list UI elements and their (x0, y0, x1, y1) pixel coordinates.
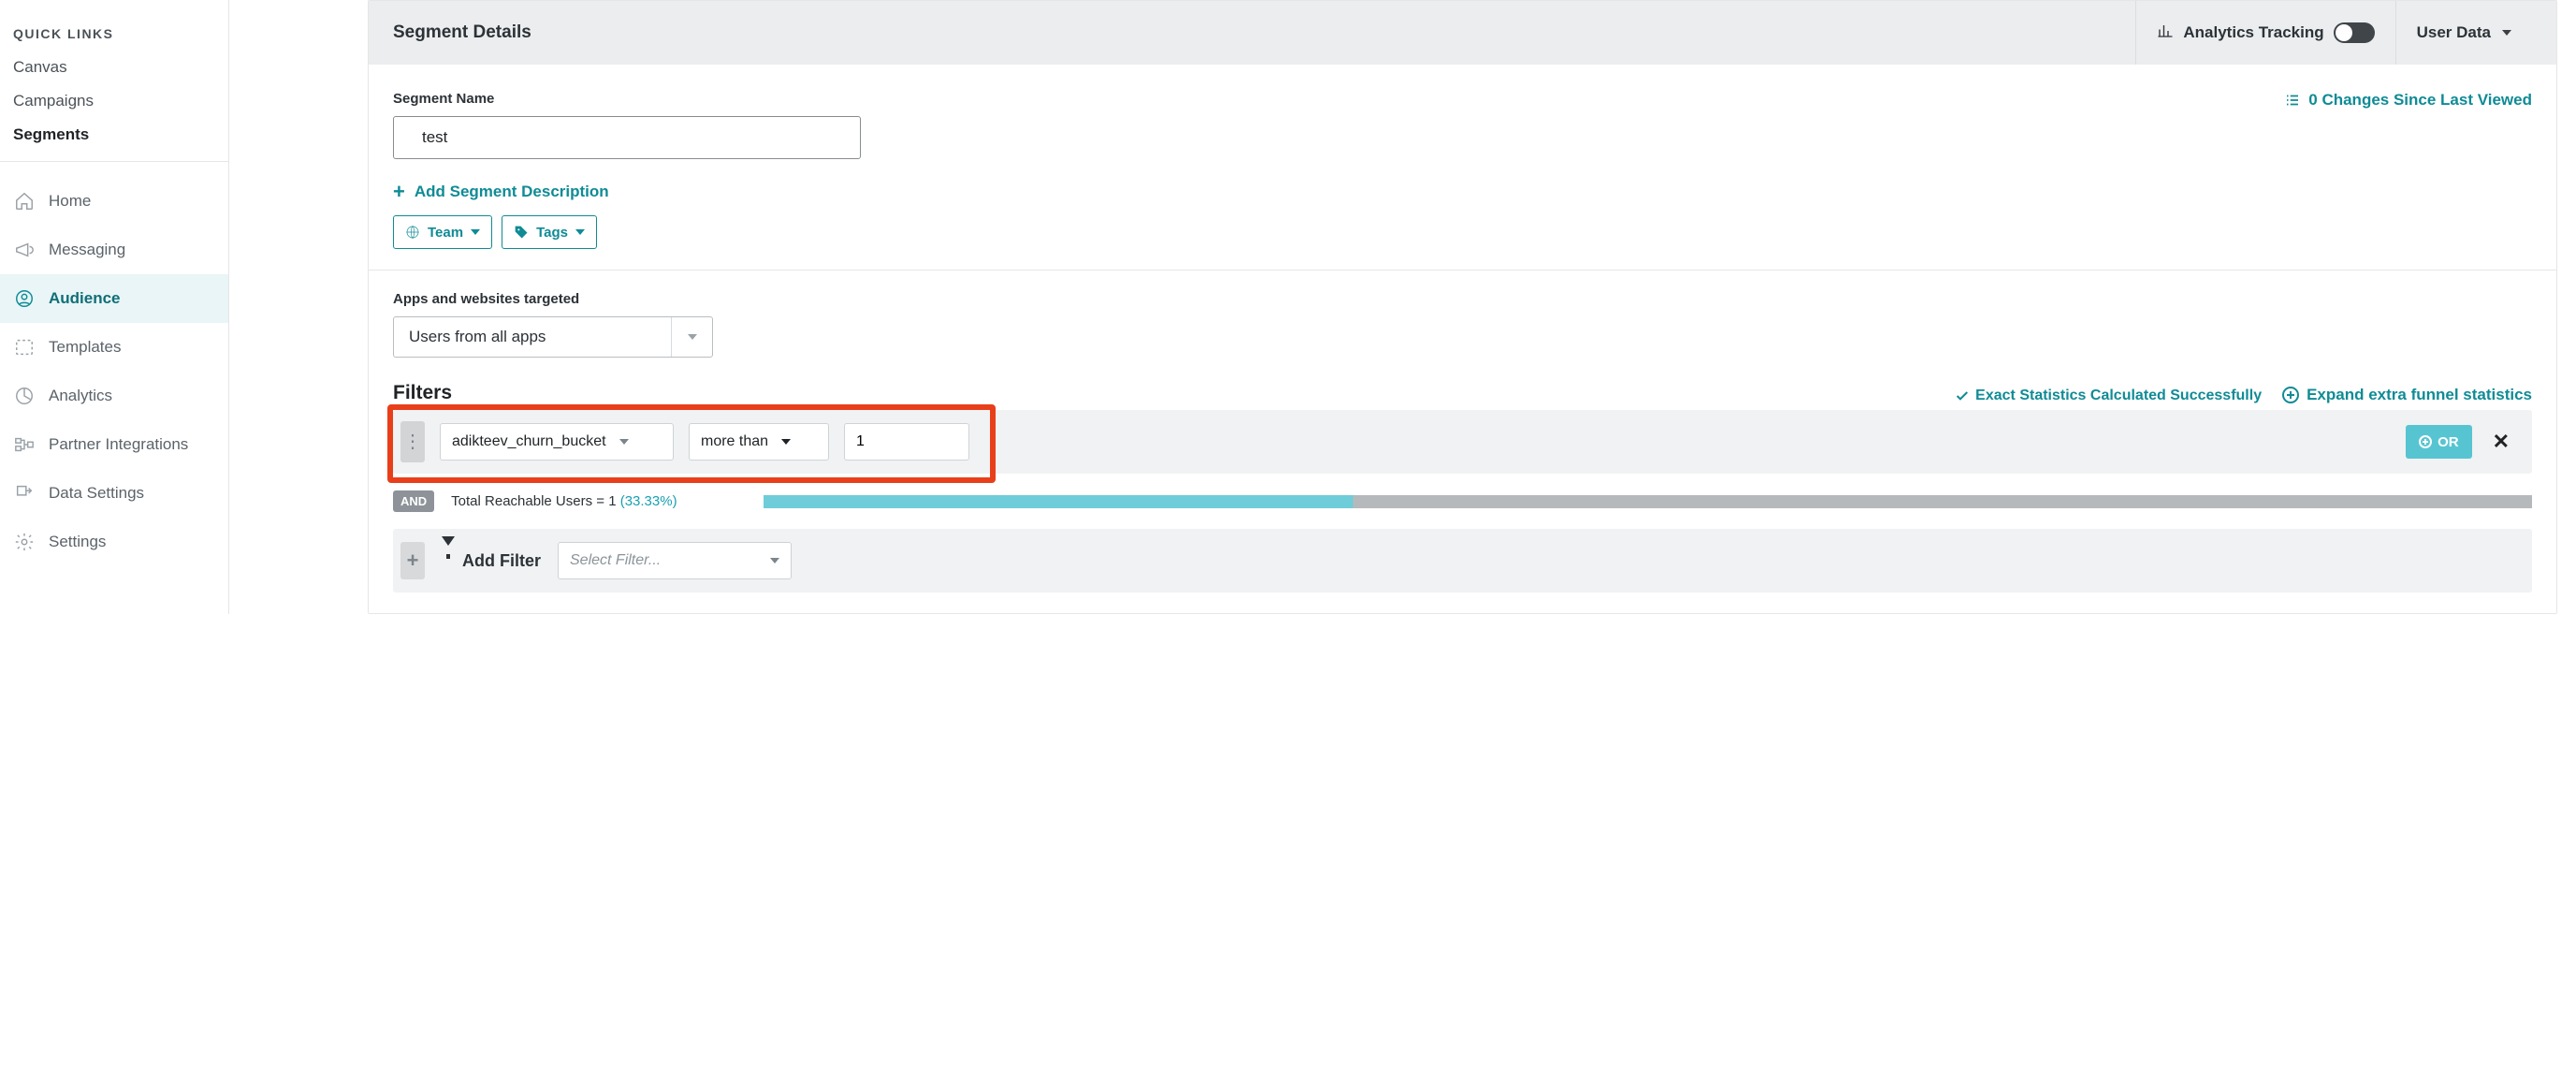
filter-row: ⋮ adikteev_churn_bucket more than OR (393, 410, 2532, 474)
tags-chip[interactable]: Tags (502, 215, 597, 249)
nav-messaging[interactable]: Messaging (0, 226, 228, 274)
segment-name-label: Segment Name (393, 91, 861, 107)
changes-since-viewed[interactable]: 0 Changes Since Last Viewed (2284, 91, 2532, 110)
apps-targeted-label: Apps and websites targeted (393, 291, 2532, 307)
apps-targeted-select[interactable]: Users from all apps (393, 316, 713, 358)
chevron-down-icon (575, 229, 585, 235)
sidebar: QUICK LINKS Canvas Campaigns Segments Ho… (0, 0, 229, 614)
section-divider (369, 270, 2556, 271)
nav-analytics[interactable]: Analytics (0, 372, 228, 420)
nav-analytics-label: Analytics (49, 387, 112, 405)
reach-percent-link[interactable]: (33.33%) (620, 493, 677, 509)
add-description-label: Add Segment Description (415, 183, 609, 201)
gear-icon (13, 531, 36, 553)
chevron-down-icon (2502, 30, 2511, 36)
expand-funnel-stats[interactable]: Expand extra funnel statistics (2282, 386, 2532, 404)
segment-name-input[interactable] (393, 116, 861, 159)
analytics-tracking-block: Analytics Tracking (2135, 1, 2394, 65)
team-chip-label: Team (428, 225, 463, 241)
chevron-down-icon (770, 558, 779, 563)
bar-chart-icon (2157, 22, 2174, 44)
user-data-label: User Data (2417, 23, 2491, 42)
quick-link-segments[interactable]: Segments (0, 118, 228, 152)
apps-targeted-value: Users from all apps (394, 328, 671, 346)
team-chip[interactable]: Team (393, 215, 492, 249)
circle-plus-icon (2282, 387, 2299, 403)
filter-operator-value: more than (701, 433, 768, 450)
panel-body: Segment Name 0 Changes Since Last Viewed… (369, 65, 2556, 613)
plus-icon: + (393, 182, 405, 202)
home-icon (13, 190, 36, 212)
main-content: Segment Details Analytics Tracking User … (229, 0, 2576, 614)
filters-title: Filters (393, 382, 452, 404)
analytics-tracking-toggle[interactable] (2334, 22, 2375, 43)
add-or-button[interactable]: OR (2406, 425, 2472, 459)
add-filter-row: + Add Filter Select Filter... (393, 529, 2532, 593)
templates-icon (13, 336, 36, 358)
kebab-icon: ⋮ (403, 432, 422, 451)
drag-handle[interactable]: ⋮ (400, 421, 425, 462)
chevron-down-icon (471, 229, 480, 235)
add-segment-description[interactable]: + Add Segment Description (393, 182, 2532, 202)
stats-success-message: Exact Statistics Calculated Successfully (1955, 388, 2262, 404)
reach-prefix: Total Reachable Users = (451, 493, 608, 509)
nav-partner-integrations[interactable]: Partner Integrations (0, 420, 228, 469)
funnel-icon (442, 536, 455, 564)
or-label: OR (2438, 434, 2459, 450)
nav-data-settings[interactable]: Data Settings (0, 469, 228, 518)
reach-bar-fill (764, 495, 1353, 508)
nav-settings[interactable]: Settings (0, 518, 228, 566)
chevron-down-icon (671, 317, 712, 357)
remove-filter-button[interactable]: ✕ (2487, 430, 2515, 454)
analytics-tracking-label: Analytics Tracking (2183, 23, 2323, 42)
nav-audience[interactable]: Audience (0, 274, 228, 323)
nav-templates-label: Templates (49, 338, 121, 357)
panel-header: Segment Details Analytics Tracking User … (369, 1, 2556, 65)
filter-attribute-select[interactable]: adikteev_churn_bucket (440, 423, 674, 461)
nav-home-label: Home (49, 192, 91, 211)
nav-data-settings-label: Data Settings (49, 484, 144, 503)
filter-attribute-value: adikteev_churn_bucket (452, 433, 606, 450)
filter-operator-select[interactable]: more than (689, 423, 829, 461)
filter-value-input[interactable] (844, 423, 969, 461)
add-filter-handle[interactable]: + (400, 542, 425, 579)
filter-stack: ⋮ adikteev_churn_bucket more than OR (393, 410, 2532, 474)
chevron-down-icon (781, 439, 791, 445)
nav-home[interactable]: Home (0, 177, 228, 226)
changes-text: 0 Changes Since Last Viewed (2308, 91, 2532, 110)
circle-plus-icon (2419, 435, 2432, 448)
quick-links-header: QUICK LINKS (0, 0, 228, 51)
nav-templates[interactable]: Templates (0, 323, 228, 372)
data-settings-icon (13, 482, 36, 505)
add-filter-placeholder: Select Filter... (570, 552, 661, 569)
add-filter-label: Add Filter (462, 551, 541, 571)
reach-bar (764, 495, 2532, 508)
nav-audience-label: Audience (49, 289, 121, 308)
audience-icon (13, 287, 36, 310)
tags-chip-label: Tags (536, 225, 568, 241)
reach-stats-row: AND Total Reachable Users = 1 (33.33%) (393, 490, 2532, 512)
nav-settings-label: Settings (49, 533, 106, 551)
analytics-icon (13, 385, 36, 407)
panel-title: Segment Details (393, 22, 2135, 43)
expand-funnel-label: Expand extra funnel statistics (2307, 386, 2532, 404)
add-filter-select[interactable]: Select Filter... (558, 542, 792, 579)
quick-link-campaigns[interactable]: Campaigns (0, 84, 228, 118)
segment-panel: Segment Details Analytics Tracking User … (368, 0, 2557, 614)
add-filter-label-wrap: Add Filter (442, 551, 541, 571)
stats-success-text: Exact Statistics Calculated Successfully (1975, 388, 2262, 404)
user-data-dropdown[interactable]: User Data (2395, 1, 2532, 65)
reach-text: Total Reachable Users = 1 (33.33%) (451, 493, 677, 509)
reach-value: 1 (608, 493, 616, 509)
and-badge: AND (393, 490, 434, 512)
sidebar-divider (0, 161, 228, 162)
quick-link-canvas[interactable]: Canvas (0, 51, 228, 84)
megaphone-icon (13, 239, 36, 261)
chevron-down-icon (619, 439, 629, 445)
nav-partner-label: Partner Integrations (49, 435, 188, 454)
nav-messaging-label: Messaging (49, 241, 125, 259)
integrations-icon (13, 433, 36, 456)
